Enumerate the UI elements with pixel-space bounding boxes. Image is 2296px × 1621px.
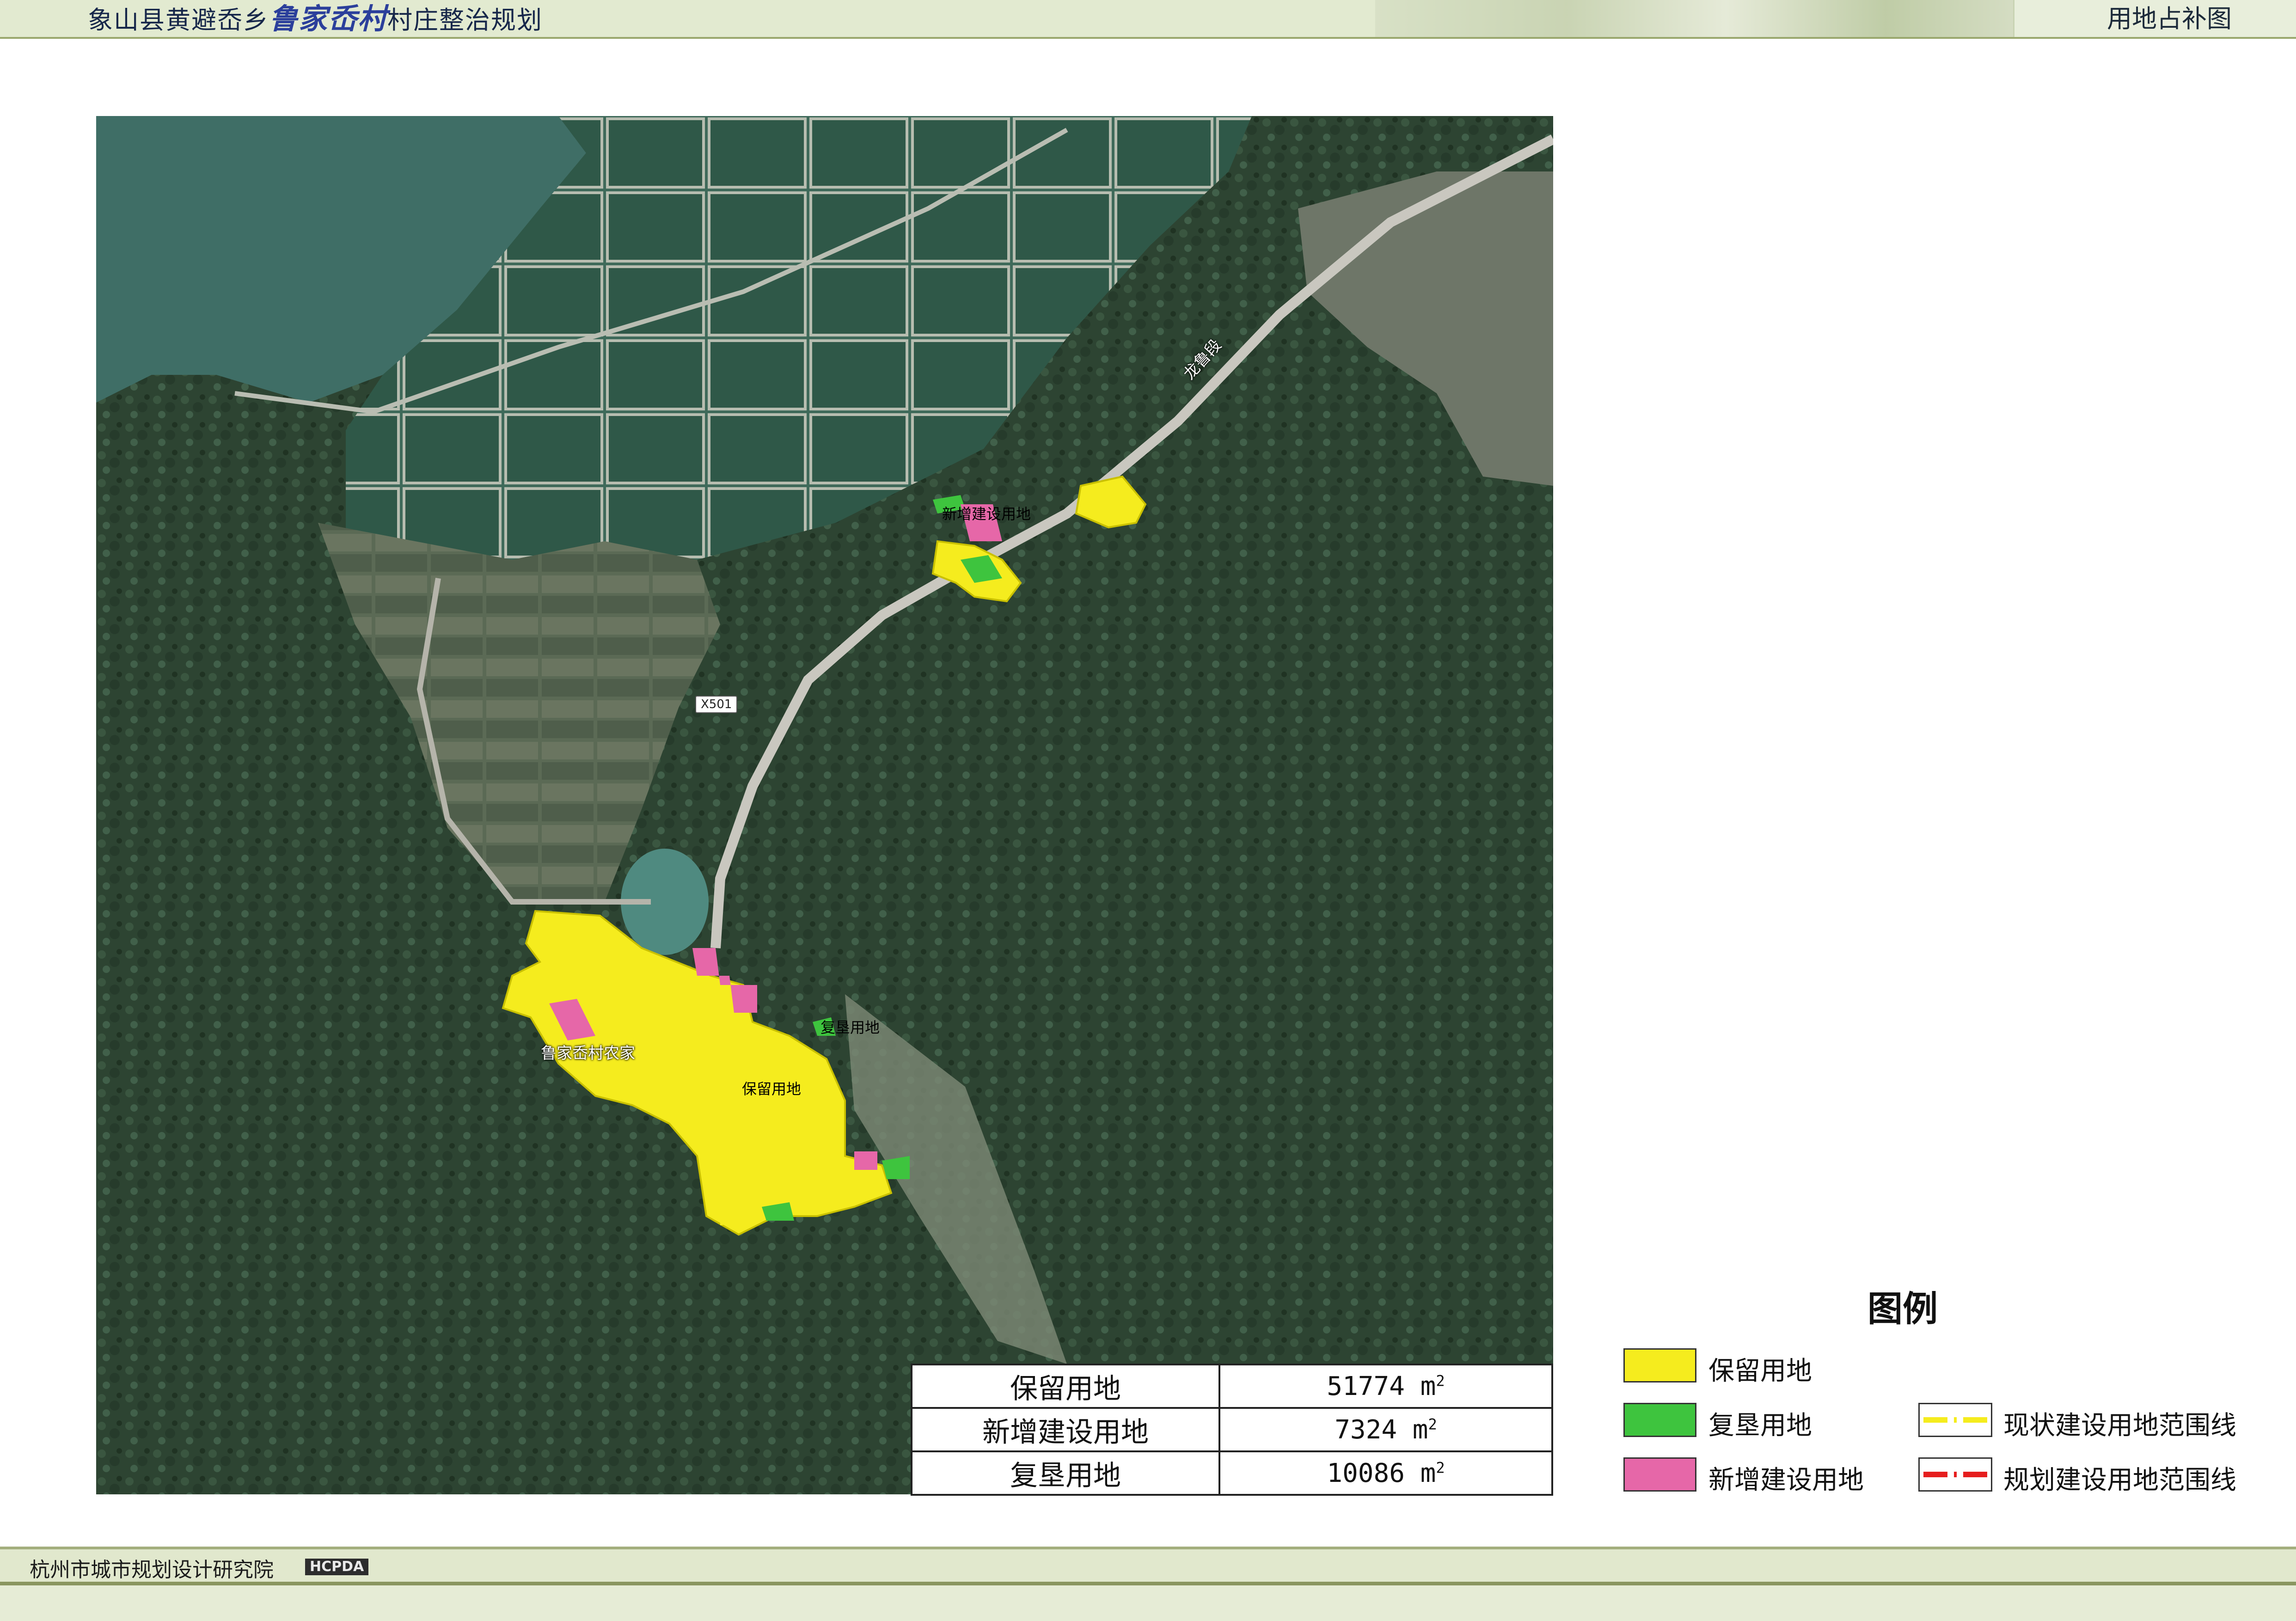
land-area-table: 保留用地 51774 m2 新增建设用地 7324 m2 复垦用地 10086 … — [911, 1364, 1553, 1496]
table-cell-name: 新增建设用地 — [911, 1407, 1220, 1452]
legend-swatch-newbuild — [1623, 1457, 1696, 1492]
legend-line-existing-boundary — [1918, 1403, 1992, 1437]
table-row: 复垦用地 10086 m2 — [911, 1450, 1553, 1496]
legend-label: 现状建设用地范围线 — [2003, 1411, 2236, 1441]
legend-label: 规划建设用地范围线 — [2003, 1465, 2236, 1495]
label-new-build: 新增建设用地 — [942, 505, 1031, 523]
table-cell-value: 51774 m2 — [1218, 1364, 1553, 1409]
area-unit-exponent: 2 — [1436, 1458, 1445, 1476]
sheet-name-box: 用地占补图 — [2013, 0, 2296, 37]
map-imagery — [96, 116, 1553, 1494]
legend-label: 保留用地 — [1708, 1356, 1812, 1386]
legend-label: 新增建设用地 — [1708, 1465, 1864, 1495]
area-unit-exponent: 2 — [1428, 1415, 1437, 1433]
area-value: 10086 — [1327, 1458, 1405, 1488]
label-poi: 鲁家岙村农家 — [541, 1044, 635, 1063]
table-cell-value: 10086 m2 — [1218, 1450, 1553, 1496]
legend-swatch-retain — [1623, 1348, 1696, 1382]
label-retain: 保留用地 — [742, 1080, 802, 1098]
title-suffix: 村庄整治规划 — [387, 6, 543, 35]
satellite-map[interactable]: 新增建设用地 复垦用地 保留用地 龙鲁段 X501 鲁家岙村农家 — [96, 116, 1553, 1494]
retain-land-small-a[interactable] — [720, 1193, 748, 1225]
legend-label: 复垦用地 — [1708, 1411, 1812, 1441]
table-cell-name: 复垦用地 — [911, 1450, 1220, 1496]
legend-title: 图例 — [1867, 1288, 1938, 1329]
table-row: 保留用地 51774 m2 — [911, 1364, 1553, 1409]
table-cell-value: 7324 m2 — [1218, 1407, 1553, 1452]
sheet-name: 用地占补图 — [2107, 4, 2232, 33]
area-value: 51774 — [1327, 1371, 1405, 1401]
institute-name: 杭州市城市规划设计研究院 — [30, 1558, 274, 1582]
area-value: 7324 — [1335, 1414, 1397, 1445]
area-unit: m — [1420, 1458, 1436, 1488]
title-village: 鲁家岙村 — [269, 2, 388, 36]
table-cell-name: 保留用地 — [911, 1364, 1220, 1409]
area-unit: m — [1412, 1414, 1428, 1445]
table-row: 新增建设用地 7324 m2 — [911, 1407, 1553, 1452]
title-prefix: 象山县黄避岙乡 — [88, 6, 269, 35]
road-shield-x501: X501 — [695, 696, 738, 713]
area-unit-exponent: 2 — [1436, 1371, 1445, 1389]
header-photo-strip — [1375, 0, 2013, 37]
footer-rule-bottom — [0, 1582, 2296, 1585]
legend-line-planned-boundary — [1918, 1457, 1992, 1492]
legend-swatch-reclaim — [1623, 1403, 1696, 1437]
footer-base — [0, 1585, 2296, 1621]
area-unit: m — [1420, 1371, 1436, 1401]
newbuild-land-c[interactable] — [854, 1151, 877, 1170]
label-reclaim: 复垦用地 — [820, 1019, 880, 1036]
drawing-title: 象山县黄避岙乡鲁家岙村村庄整治规划 — [88, 3, 543, 35]
institute-badge: HCPDA — [305, 1559, 369, 1575]
